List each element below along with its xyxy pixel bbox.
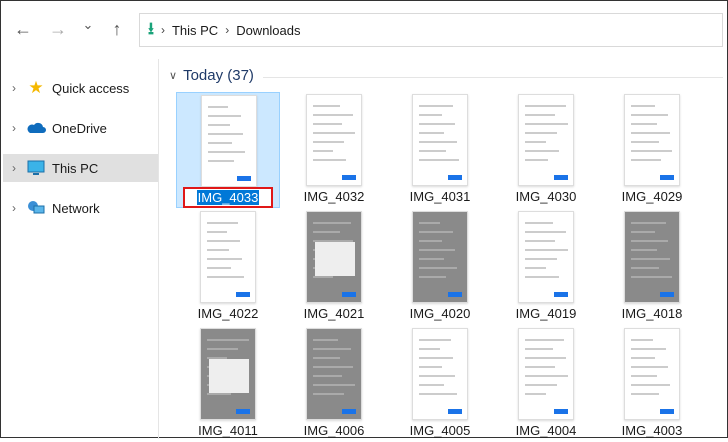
file-item[interactable]: IMG_4003: [600, 326, 704, 442]
group-header-today[interactable]: ∨ Today (37): [169, 67, 254, 84]
chevron-right-icon[interactable]: ›: [3, 81, 25, 95]
sidebar-item-label: Network: [52, 200, 100, 216]
file-item[interactable]: IMG_4020: [388, 209, 492, 325]
image-thumbnail: [518, 328, 574, 420]
file-item[interactable]: IMG_4031: [388, 92, 492, 208]
sidebar-item-label: OneDrive: [52, 120, 107, 136]
breadcrumb-downloads[interactable]: Downloads: [236, 23, 300, 38]
image-thumbnail: [200, 328, 256, 420]
image-thumbnail: [200, 211, 256, 303]
chevron-right-icon[interactable]: ›: [3, 121, 25, 135]
file-name: IMG_4018: [621, 306, 683, 321]
rename-text-selected: IMG_4033: [196, 190, 260, 205]
chevron-right-icon[interactable]: ›: [3, 161, 25, 175]
group-divider: [263, 77, 723, 78]
image-thumbnail: [306, 211, 362, 303]
file-item[interactable]: IMG_4004: [494, 326, 598, 442]
sidebar-item-label: Quick access: [52, 80, 130, 96]
star-icon: ★: [28, 78, 44, 97]
forward-button[interactable]: →: [47, 19, 69, 40]
file-name: IMG_4031: [409, 189, 471, 204]
navigation-pane: › ★ Quick access › OneDrive › This PC › …: [1, 59, 159, 439]
sidebar-item-network[interactable]: › Network: [3, 194, 158, 222]
file-name: IMG_4006: [303, 423, 365, 438]
file-name: IMG_4003: [621, 423, 683, 438]
file-item[interactable]: IMG_4005: [388, 326, 492, 442]
file-name: IMG_4020: [409, 306, 471, 321]
chevron-down-icon[interactable]: ∨: [169, 69, 177, 82]
image-thumbnail: [412, 328, 468, 420]
file-item[interactable]: IMG_4022: [176, 209, 280, 325]
file-item[interactable]: IMG_4032: [282, 92, 386, 208]
sidebar-item-onedrive[interactable]: › OneDrive: [3, 114, 158, 142]
chevron-right-icon[interactable]: ›: [3, 201, 25, 215]
cloud-icon: [25, 119, 47, 137]
file-name: IMG_4004: [515, 423, 577, 438]
file-item[interactable]: IMG_4006: [282, 326, 386, 442]
sidebar-item-label: This PC: [52, 160, 99, 176]
chevron-right-icon: ›: [225, 23, 230, 37]
file-name: IMG_4021: [303, 306, 365, 321]
file-item[interactable]: IMG_4029: [600, 92, 704, 208]
file-name: IMG_4005: [409, 423, 471, 438]
image-thumbnail: [306, 328, 362, 420]
sidebar-item-quick-access[interactable]: › ★ Quick access: [3, 74, 158, 102]
up-button[interactable]: ↑: [106, 19, 128, 40]
image-thumbnail: [624, 328, 680, 420]
file-name: IMG_4022: [197, 306, 259, 321]
file-name: IMG_4032: [303, 189, 365, 204]
back-button[interactable]: ←: [12, 19, 34, 40]
file-item[interactable]: IMG_4033: [176, 92, 280, 208]
recent-locations-button[interactable]: ⌄: [77, 17, 99, 33]
image-thumbnail: [624, 94, 680, 186]
image-thumbnail: [518, 211, 574, 303]
breadcrumb-this-pc[interactable]: This PC: [172, 23, 218, 38]
file-name: IMG_4011: [198, 423, 258, 438]
address-bar[interactable]: ⭳ › This PC › Downloads: [139, 13, 723, 47]
image-thumbnail: [201, 95, 257, 187]
file-item[interactable]: IMG_4021: [282, 209, 386, 325]
rename-input[interactable]: IMG_4033: [183, 187, 273, 208]
network-icon: [25, 199, 47, 217]
image-thumbnail: [624, 211, 680, 303]
file-item[interactable]: IMG_4011: [176, 326, 280, 442]
image-thumbnail: [412, 211, 468, 303]
image-thumbnail: [518, 94, 574, 186]
image-thumbnail: [412, 94, 468, 186]
group-title: Today (37): [183, 67, 254, 84]
download-icon: ⭳: [148, 18, 154, 38]
file-item[interactable]: IMG_4019: [494, 209, 598, 325]
file-name: IMG_4019: [515, 306, 577, 321]
file-item[interactable]: IMG_4018: [600, 209, 704, 325]
sidebar-item-this-pc[interactable]: › This PC: [3, 154, 158, 182]
file-item[interactable]: IMG_4030: [494, 92, 598, 208]
monitor-icon: [25, 159, 47, 177]
file-name: IMG_4030: [515, 189, 577, 204]
chevron-right-icon: ›: [160, 23, 165, 37]
image-thumbnail: [306, 94, 362, 186]
file-name: IMG_4029: [621, 189, 683, 204]
